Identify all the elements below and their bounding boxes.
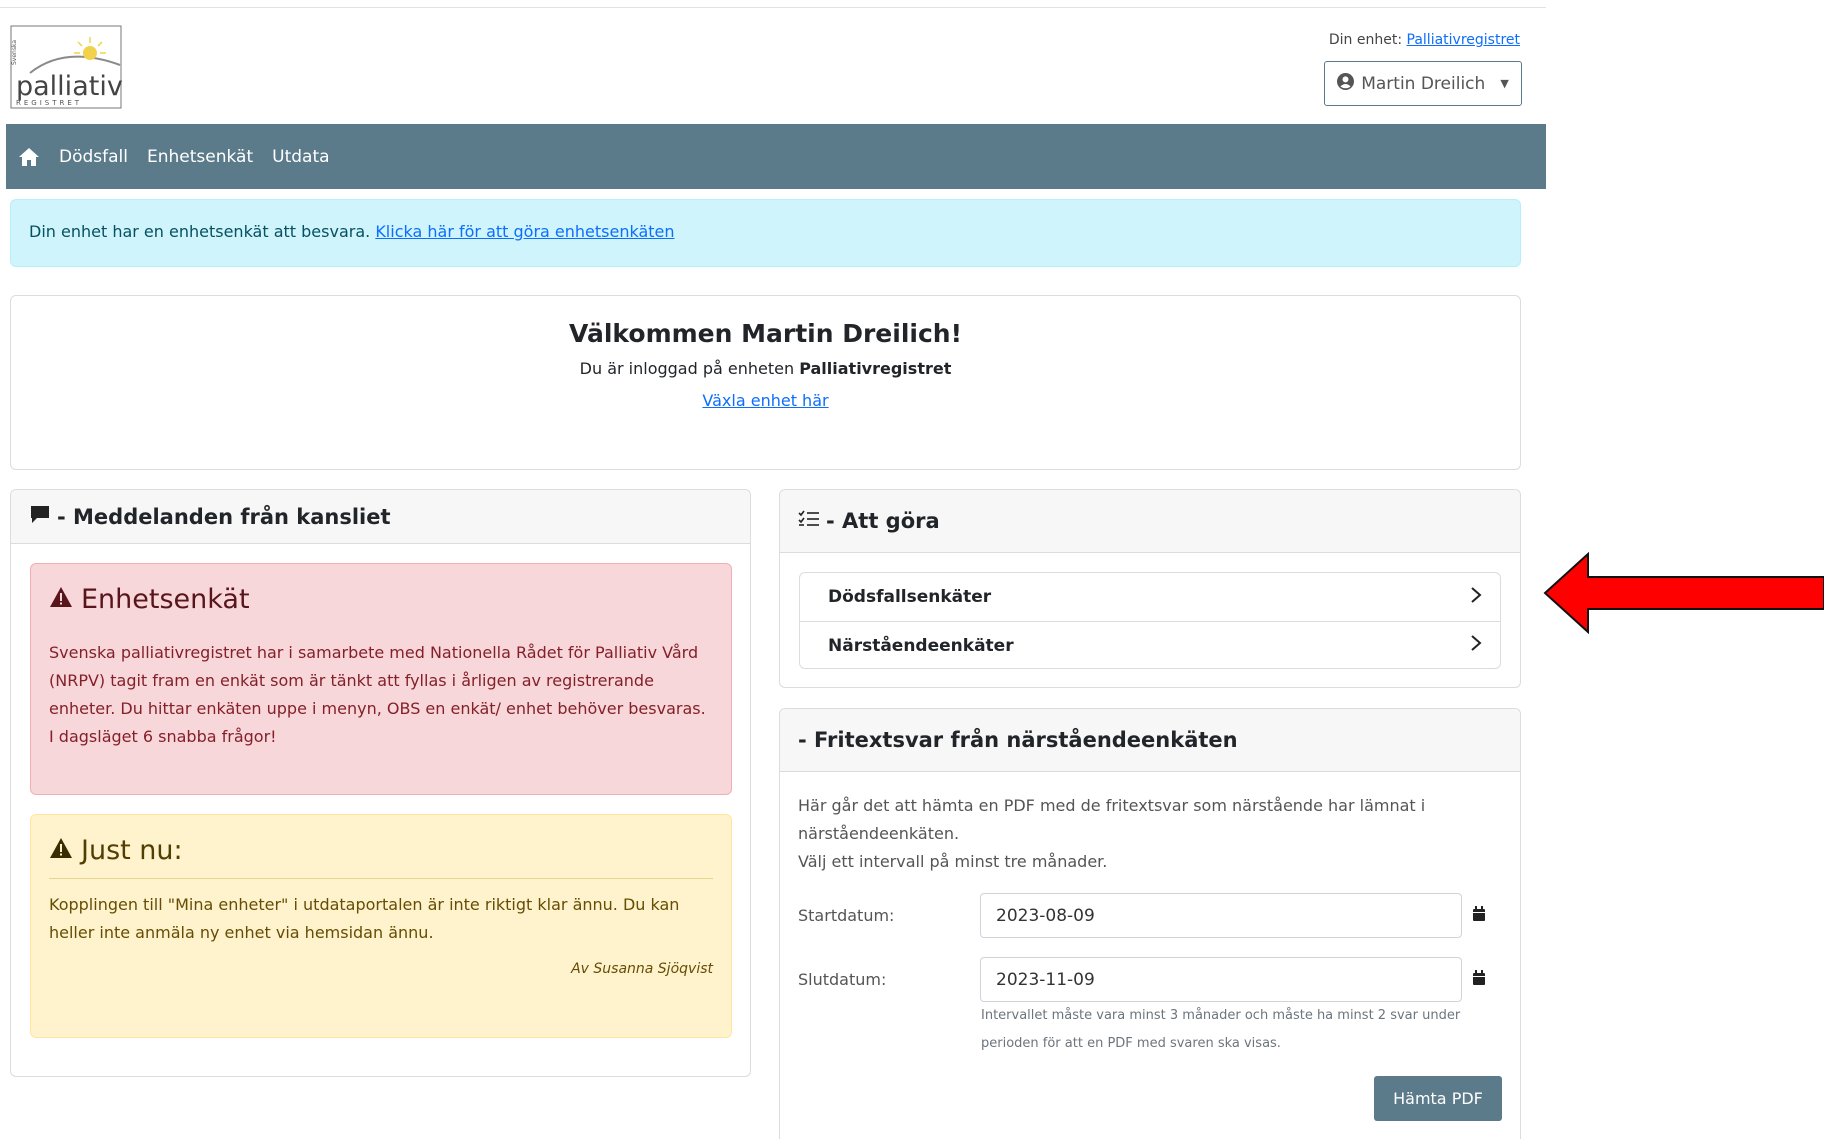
freetext-instruction: Välj ett intervall på minst tre månader. bbox=[798, 852, 1108, 871]
freetext-card: - Fritextsvar från närståendeenkäten Här… bbox=[779, 708, 1521, 1139]
just-nu-alert-text: Kopplingen till "Mina enheter" i utdatap… bbox=[49, 895, 680, 942]
enhetsenkat-alert-title: Enhetsenkät bbox=[81, 584, 250, 615]
enhetsenkat-alert-text: Svenska palliativregistret har i samarbe… bbox=[49, 643, 706, 746]
nav-item-enhetsenkat[interactable]: Enhetsenkät bbox=[147, 147, 253, 167]
top-divider bbox=[0, 7, 1546, 8]
nav-item-dodsfall[interactable]: Dödsfall bbox=[59, 147, 128, 167]
warning-icon bbox=[49, 835, 73, 866]
chevron-right-icon bbox=[1470, 586, 1482, 609]
end-date-label: Slutdatum: bbox=[798, 970, 887, 989]
messages-card: - Meddelanden från kansliet Enhetsenkät … bbox=[10, 489, 751, 1077]
logo-bottom-text: REGISTRET bbox=[16, 99, 82, 107]
user-menu-button[interactable]: Martin Dreilich ▼ bbox=[1324, 61, 1522, 106]
just-nu-alert-title: Just nu: bbox=[81, 835, 183, 866]
start-date-input[interactable]: 2023-08-09 bbox=[980, 893, 1462, 938]
messages-header: - Meddelanden från kansliet bbox=[11, 490, 750, 544]
todo-item-label: Närståendeenkäter bbox=[828, 635, 1014, 656]
logo-top-text: Svenska bbox=[11, 40, 18, 65]
todo-title: - Att göra bbox=[826, 509, 940, 533]
alert-info-text: Din enhet har en enhetsenkät att besvara… bbox=[29, 222, 376, 241]
warning-icon bbox=[49, 584, 73, 615]
chevron-down-icon: ▼ bbox=[1500, 77, 1509, 90]
welcome-card: Välkommen Martin Dreilich! Du är inlogga… bbox=[10, 295, 1521, 470]
message-author: Av Susanna Sjöqvist bbox=[571, 961, 713, 977]
start-date-row: Startdatum: 2023-08-09 bbox=[798, 893, 1486, 938]
chevron-right-icon bbox=[1470, 634, 1482, 657]
logged-in-prefix: Du är inloggad på enheten bbox=[579, 359, 800, 378]
survey-info-alert: Din enhet har en enhetsenkät att besvara… bbox=[10, 199, 1521, 267]
enhetsenkat-alert: Enhetsenkät Svenska palliativregistret h… bbox=[30, 563, 732, 795]
calendar-icon[interactable] bbox=[1472, 905, 1486, 926]
just-nu-alert: Just nu: Kopplingen till "Mina enheter" … bbox=[30, 814, 732, 1038]
todo-item-dodsfallsenkater[interactable]: Dödsfallsenkäter bbox=[800, 573, 1500, 621]
nav-item-utdata[interactable]: Utdata bbox=[272, 147, 329, 167]
checklist-icon bbox=[798, 509, 820, 534]
logged-in-unit: Du är inloggad på enheten Palliativregis… bbox=[11, 359, 1520, 378]
comment-icon bbox=[29, 504, 51, 529]
user-circle-icon bbox=[1337, 72, 1355, 95]
freetext-header: - Fritextsvar från närståendeenkäten bbox=[780, 709, 1520, 772]
logged-in-unit-name: Palliativregistret bbox=[799, 359, 952, 378]
welcome-title: Välkommen Martin Dreilich! bbox=[569, 319, 962, 348]
current-unit: Din enhet: Palliativregistret bbox=[1329, 32, 1520, 48]
palliativ-logo[interactable]: Svenska palliativ REGISTRET bbox=[10, 25, 123, 109]
download-pdf-button[interactable]: Hämta PDF bbox=[1374, 1076, 1502, 1121]
end-date-input[interactable]: 2023-11-09 bbox=[980, 957, 1462, 1002]
annotation-arrow bbox=[1543, 551, 1824, 635]
survey-link[interactable]: Klicka här för att göra enhetsenkäten bbox=[375, 222, 674, 241]
switch-unit-link[interactable]: Växla enhet här bbox=[702, 391, 828, 410]
todo-header: - Att göra bbox=[780, 490, 1520, 553]
logo-main-text: palliativ bbox=[16, 71, 122, 102]
messages-title: - Meddelanden från kansliet bbox=[57, 504, 391, 529]
interval-hint: Intervallet måste vara minst 3 månader o… bbox=[981, 1008, 1461, 1051]
end-date-value: 2023-11-09 bbox=[996, 969, 1095, 990]
calendar-icon[interactable] bbox=[1472, 969, 1486, 990]
start-date-label: Startdatum: bbox=[798, 906, 895, 925]
freetext-title: - Fritextsvar från närståendeenkäten bbox=[798, 728, 1238, 752]
todo-card: - Att göra Dödsfallsenkäter Närståendeen… bbox=[779, 489, 1521, 688]
todo-item-narstaendeenkater[interactable]: Närståendeenkäter bbox=[800, 621, 1500, 669]
unit-label: Din enhet: bbox=[1328, 32, 1403, 48]
todo-item-label: Dödsfallsenkäter bbox=[828, 587, 992, 607]
user-name: Martin Dreilich bbox=[1361, 73, 1486, 94]
end-date-row: Slutdatum: 2023-11-09 bbox=[798, 957, 1486, 1002]
main-navbar: Dödsfall Enhetsenkät Utdata bbox=[6, 124, 1546, 189]
freetext-description: Här går det att hämta en PDF med de frit… bbox=[798, 796, 1426, 843]
unit-link[interactable]: Palliativregistret bbox=[1407, 32, 1520, 48]
freetext-body: Här går det att hämta en PDF med de frit… bbox=[780, 772, 1520, 896]
home-icon[interactable] bbox=[18, 147, 40, 167]
start-date-value: 2023-08-09 bbox=[996, 905, 1095, 926]
todo-list: Dödsfallsenkäter Närståendeenkäter bbox=[799, 572, 1501, 669]
